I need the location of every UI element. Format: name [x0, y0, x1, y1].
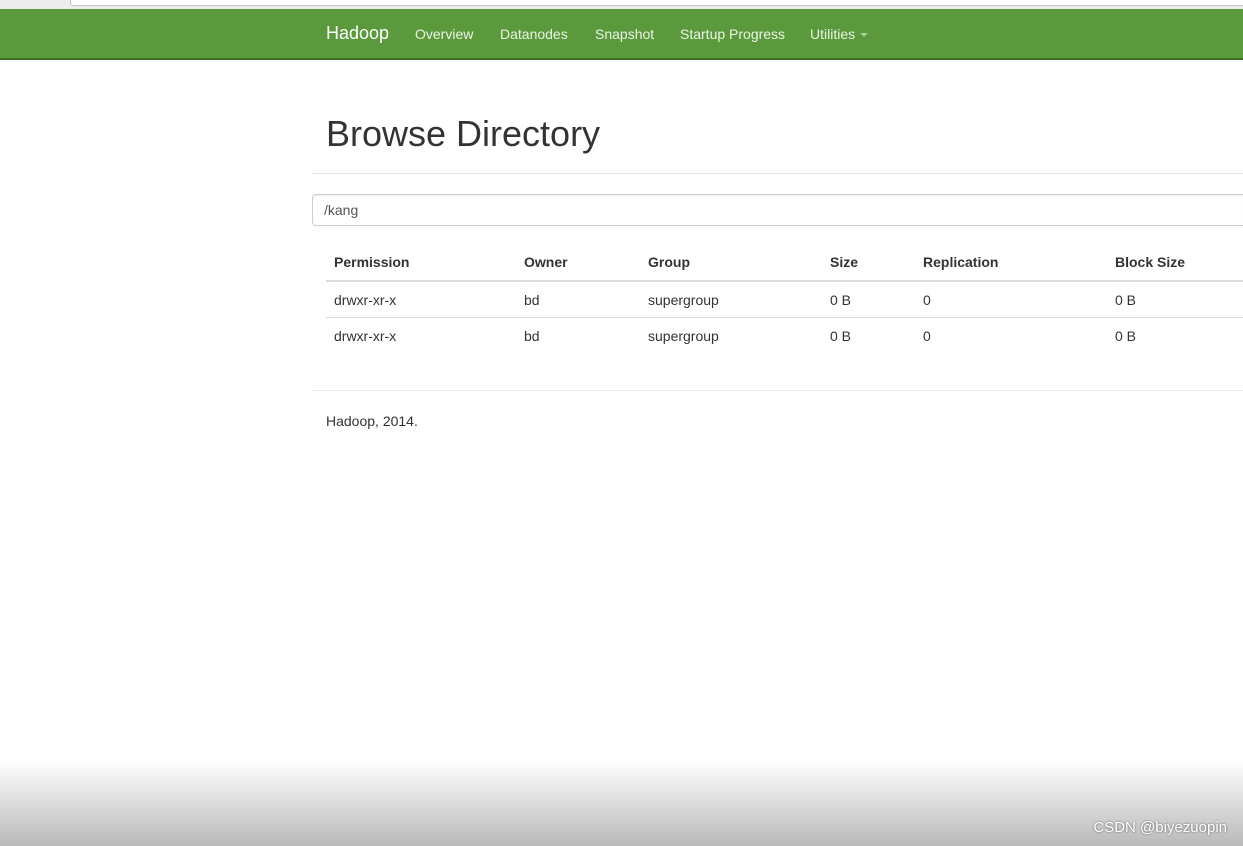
cell-group: supergroup	[640, 281, 822, 318]
cell-permission: drwxr-xr-x	[326, 281, 516, 318]
column-header-owner[interactable]: Owner	[516, 244, 640, 282]
table-row[interactable]: drwxr-xr-x bd supergroup 0 B 0 0 B	[326, 281, 1243, 318]
nav-link-overview[interactable]: Overview	[415, 26, 473, 42]
cell-replication: 0	[915, 281, 1107, 318]
browser-address-bar[interactable]	[70, 0, 1243, 6]
cell-block-size: 0 B	[1107, 281, 1243, 318]
cell-group: supergroup	[648, 327, 719, 344]
nav-link-datanodes[interactable]: Datanodes	[500, 26, 568, 42]
cell-block-size: 0 B	[1115, 327, 1137, 344]
cell-size: 0 B	[822, 281, 915, 318]
navbar-brand-link[interactable]: Hadoop	[326, 23, 389, 44]
cell-owner: bd	[516, 281, 640, 318]
column-header-block-size[interactable]: Block Size	[1107, 244, 1243, 282]
column-header-group[interactable]: Group	[640, 244, 822, 282]
watermark-text: CSDN @biyezuopin	[1093, 819, 1227, 836]
directory-path-input[interactable]	[312, 194, 1243, 226]
browser-toolbar-strip	[0, 0, 1243, 9]
cell-size: 0 B	[830, 327, 852, 344]
bottom-gradient-overlay	[0, 760, 1243, 846]
title-divider	[312, 173, 1243, 174]
column-header-replication[interactable]: Replication	[915, 244, 1107, 282]
caret-down-icon	[860, 33, 869, 38]
page-title: Browse Directory	[326, 113, 601, 154]
cell-permission: drwxr-xr-x	[334, 327, 397, 344]
table-header-row: Permission Owner Group Size Replication …	[326, 244, 1243, 282]
utilities-label: Utilities	[810, 26, 856, 42]
column-header-permission[interactable]: Permission	[326, 244, 516, 282]
cell-owner: bd	[524, 327, 540, 344]
top-navbar: Hadoop Overview Datanodes Snapshot Start…	[0, 9, 1243, 60]
footer-divider	[312, 390, 1243, 391]
table-row[interactable]: drwxr-xr-x bd supergroup 0 B 0 0 B	[326, 318, 1243, 354]
cell-replication: 0	[923, 327, 931, 344]
nav-dropdown-utilities[interactable]: Utilities	[810, 26, 869, 42]
directory-listing-table: Permission Owner Group Size Replication …	[326, 244, 1243, 353]
nav-link-startup-progress[interactable]: Startup Progress	[680, 26, 785, 42]
column-header-size[interactable]: Size	[822, 244, 915, 282]
nav-link-snapshot[interactable]: Snapshot	[595, 26, 654, 42]
footer-copyright: Hadoop, 2014.	[326, 413, 418, 429]
